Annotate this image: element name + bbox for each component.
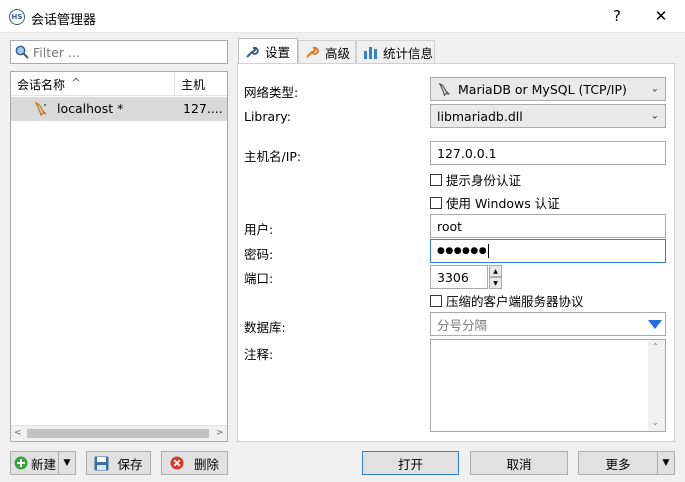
user-value: root: [437, 218, 463, 234]
tab-settings[interactable]: 设置: [238, 38, 298, 64]
delete-label: 删除: [193, 456, 219, 472]
port-value: 3306: [437, 269, 469, 285]
comment-textarea[interactable]: ⌃ ⌄: [430, 339, 666, 432]
chevron-down-icon: ⌄: [650, 110, 659, 122]
compress-checkbox-row[interactable]: 压缩的客户端服务器协议: [430, 291, 584, 310]
column-header-session-name[interactable]: 会话名称: [17, 76, 65, 93]
more-label: 更多: [605, 456, 631, 472]
prompt-auth-checkbox-row[interactable]: 提示身份认证: [430, 170, 521, 189]
cancel-button[interactable]: 取消: [470, 451, 568, 475]
vertical-scrollbar[interactable]: ⌃ ⌄: [648, 340, 665, 431]
chevron-down-icon: ⌄: [650, 83, 659, 95]
user-input[interactable]: root: [430, 214, 666, 238]
scroll-left-icon[interactable]: <: [14, 428, 22, 438]
close-button[interactable]: ✕: [648, 4, 674, 28]
library-label: Library:: [244, 109, 292, 124]
library-select[interactable]: libmariadb.dll ⌄: [430, 104, 666, 128]
delete-button[interactable]: 删除: [161, 451, 228, 475]
windows-auth-label: 使用 Windows 认证: [446, 196, 560, 211]
horizontal-scrollbar[interactable]: < >: [11, 425, 227, 441]
scroll-up-icon[interactable]: ⌃: [652, 342, 659, 351]
orange-wrench-icon: [305, 45, 319, 59]
network-type-value: MariaDB or MySQL (TCP/IP): [458, 81, 627, 97]
session-list-header: 会话名称 ^ 主机: [11, 72, 227, 96]
title-bar: HS 会话管理器 ? ✕: [0, 0, 685, 33]
database-label: 数据库:: [244, 320, 286, 335]
prompt-auth-checkbox[interactable]: [430, 173, 442, 186]
help-button[interactable]: ?: [604, 4, 630, 28]
compress-checkbox[interactable]: [430, 294, 442, 307]
port-stepper[interactable]: ▲ ▼: [489, 265, 502, 289]
new-session-button[interactable]: 新建 ▼: [10, 451, 76, 475]
password-input[interactable]: ●●●●●●: [430, 239, 666, 263]
scroll-down-icon[interactable]: ⌄: [652, 418, 659, 427]
floppy-disk-icon: [94, 456, 109, 471]
session-host: 127....: [183, 101, 223, 116]
cancel-label: 取消: [506, 456, 532, 472]
scrollbar-thumb[interactable]: [27, 429, 209, 438]
wrench-icon: [245, 45, 259, 59]
plus-circle-icon: [14, 456, 28, 470]
database-placeholder: 分号分隔: [437, 317, 488, 333]
windows-auth-checkbox[interactable]: [430, 196, 442, 209]
open-label: 打开: [397, 456, 423, 472]
dropdown-arrow-icon[interactable]: [648, 320, 662, 329]
session-row[interactable]: localhost * 127....: [11, 97, 227, 121]
network-type-select[interactable]: MariaDB or MySQL (TCP/IP) ⌄: [430, 77, 666, 101]
prompt-auth-label: 提示身份认证: [446, 173, 522, 188]
library-value: libmariadb.dll: [437, 108, 523, 124]
tab-advanced[interactable]: 高级: [298, 40, 356, 63]
port-label: 端口:: [244, 271, 274, 286]
session-list[interactable]: 会话名称 ^ 主机 localhost * 127.... < >: [10, 71, 228, 442]
comment-label: 注释:: [244, 347, 274, 362]
stepper-up-icon[interactable]: ▲: [489, 265, 502, 277]
database-input[interactable]: 分号分隔: [430, 312, 666, 336]
tab-advanced-label: 高级: [325, 45, 351, 61]
delete-x-circle-icon: [170, 456, 184, 470]
network-type-label: 网络类型:: [244, 85, 299, 100]
session-name: localhost *: [57, 101, 124, 116]
save-label: 保存: [117, 456, 143, 472]
filter-placeholder: Filter ...: [33, 44, 80, 60]
mysql-dolphin-icon: [437, 82, 452, 97]
open-button[interactable]: 打开: [362, 451, 459, 475]
tab-settings-label: 设置: [265, 45, 291, 60]
tab-statistics-label: 统计信息: [383, 45, 434, 61]
new-dropdown-arrow[interactable]: ▼: [58, 452, 75, 474]
sort-ascending-icon: ^: [71, 76, 82, 90]
password-value: ●●●●●●: [437, 246, 488, 256]
app-logo-icon: HS: [9, 9, 25, 25]
filter-input[interactable]: Filter ...: [10, 40, 228, 64]
search-icon: [15, 45, 29, 59]
scroll-right-icon[interactable]: >: [216, 428, 224, 438]
new-session-label: 新建: [31, 456, 57, 472]
stepper-down-icon[interactable]: ▼: [489, 277, 502, 289]
tab-statistics[interactable]: 统计信息: [356, 40, 435, 63]
compress-label: 压缩的客户端服务器协议: [446, 294, 584, 309]
text-cursor: [488, 244, 490, 258]
windows-auth-checkbox-row[interactable]: 使用 Windows 认证: [430, 193, 560, 212]
mysql-dolphin-icon: [33, 101, 49, 117]
port-input[interactable]: 3306: [430, 265, 488, 289]
column-divider[interactable]: [174, 72, 175, 96]
column-header-host[interactable]: 主机: [181, 76, 205, 93]
host-input[interactable]: 127.0.0.1: [430, 141, 666, 165]
host-label: 主机名/IP:: [244, 149, 302, 164]
save-button[interactable]: 保存: [86, 451, 151, 475]
user-label: 用户:: [244, 222, 274, 237]
more-dropdown-arrow[interactable]: ▼: [657, 452, 674, 474]
bar-chart-icon: [363, 45, 378, 59]
host-value: 127.0.0.1: [437, 145, 497, 161]
more-button[interactable]: 更多 ▼: [578, 451, 675, 475]
password-label: 密码:: [244, 247, 274, 262]
window-title: 会话管理器: [31, 13, 97, 28]
